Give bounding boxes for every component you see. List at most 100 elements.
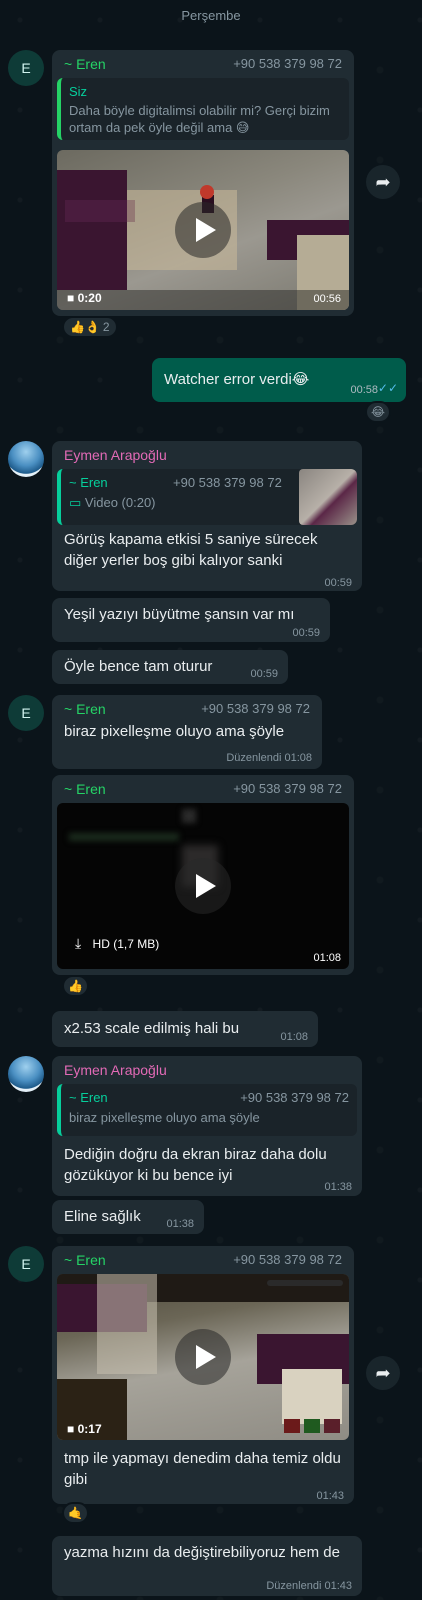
play-icon	[195, 218, 216, 242]
reaction-emojis: 👍👌	[70, 320, 100, 334]
message-time: 01:38	[166, 1218, 194, 1230]
message-time: 00:59	[250, 668, 278, 680]
message-text: yazma hızını da değiştirebiliyoruz hem d…	[64, 1544, 340, 1561]
message-text: Yeşil yazıyı büyütme şansın var mı	[64, 606, 295, 623]
message-bubble[interactable]: x2.53 scale edilmiş hali bu 01:08	[52, 1011, 318, 1047]
video-length-text: 0:20	[77, 291, 102, 305]
quote-type: Video (0:20)	[84, 495, 156, 510]
camera-icon: ■	[67, 1422, 75, 1436]
day-separator: Perşembe	[181, 8, 241, 23]
message-text: x2.53 scale edilmiş hali bu	[64, 1020, 240, 1037]
video-length: ■ 0:17	[67, 1422, 102, 1436]
reactions-pill[interactable]: 🤙	[62, 1502, 89, 1524]
avatar[interactable]: E	[8, 1246, 44, 1282]
chat-background: Perşembe E ~ Eren +90 538 379 98 72 Siz …	[0, 0, 422, 1600]
forward-icon[interactable]: ➦	[366, 1356, 400, 1390]
message-time: 00:59	[324, 577, 352, 589]
reaction-count: 2	[102, 320, 110, 334]
quote-text: Daha böyle digitalimsi olabilir mi? Gerç…	[69, 103, 330, 135]
message-time: 01:38	[324, 1181, 352, 1193]
message-time: 01:43	[316, 1490, 344, 1502]
sender-name[interactable]: ~ Eren	[64, 781, 106, 797]
message-text: Watcher error verdi😂	[164, 371, 310, 388]
message-bubble[interactable]: Eline sağlık 01:38	[52, 1200, 204, 1234]
edited-label: Düzenlendi	[226, 752, 282, 764]
avatar[interactable]	[8, 441, 44, 477]
message-time: 00:58	[350, 384, 378, 396]
sender-phone: +90 538 379 98 72	[201, 701, 310, 716]
camera-icon: ■	[67, 291, 75, 305]
video-thumbnail[interactable]: ■ 0:20 00:56	[57, 150, 349, 310]
message-bubble[interactable]: yazma hızını da değiştirebiliyoruz hem d…	[52, 1536, 362, 1596]
reactions-pill[interactable]: 👍	[62, 975, 89, 997]
video-icon: ▭	[69, 495, 82, 510]
avatar[interactable]: E	[8, 695, 44, 731]
sender-name[interactable]: Eymen Arapoğlu	[64, 1062, 167, 1078]
edited-label: Düzenlendi	[266, 1580, 322, 1592]
sender-phone: +90 538 379 98 72	[233, 781, 342, 796]
download-label: HD (1,7 MB)	[92, 937, 160, 951]
play-button[interactable]	[175, 858, 231, 914]
video-thumbnail[interactable]: ■ 0:17	[57, 1274, 349, 1440]
play-icon	[195, 1345, 216, 1369]
quoted-message[interactable]: ~ Eren +90 538 379 98 72 ▭ Video (0:20)	[57, 469, 357, 525]
message-bubble[interactable]: ~ Eren +90 538 379 98 72 ⤓ HD (1,7 MB) 0…	[52, 775, 354, 975]
message-bubble[interactable]: Eymen Arapoğlu ~ Eren +90 538 379 98 72 …	[52, 1056, 362, 1196]
message-time: 00:59	[292, 627, 320, 639]
quote-phone: +90 538 379 98 72	[240, 1090, 349, 1105]
blurred-text	[69, 833, 179, 841]
download-button[interactable]: ⤓ HD (1,7 MB)	[75, 935, 159, 952]
forward-icon[interactable]: ➦	[366, 165, 400, 199]
read-receipt-icon: ✓✓	[377, 381, 398, 395]
reactions-pill[interactable]: 👍👌 2	[62, 316, 118, 338]
quote-author: Siz	[69, 84, 88, 99]
message-bubble[interactable]: ~ Eren +90 538 379 98 72 ■ 0:17 tmp ile …	[52, 1246, 354, 1504]
quote-thumbnail	[299, 469, 357, 525]
message-text: Görüş kapama etkisi 5 saniye sürecek diğ…	[64, 531, 318, 569]
avatar-letter: E	[21, 1256, 31, 1272]
blurred-shape	[182, 809, 196, 823]
download-icon: ⤓	[75, 935, 82, 951]
reaction-emoji: 👍	[68, 979, 83, 993]
avatar[interactable]	[8, 1056, 44, 1092]
video-thumbnail[interactable]: ⤓ HD (1,7 MB) 01:08	[57, 803, 349, 969]
avatar-letter: E	[21, 705, 31, 721]
reaction-emoji: 😂	[371, 405, 386, 419]
quoted-message[interactable]: ~ Eren +90 538 379 98 72 biraz pixelleşm…	[57, 1084, 357, 1136]
sender-phone: +90 538 379 98 72	[233, 56, 342, 71]
message-time: 01:08	[284, 752, 312, 764]
message-text: Eline sağlık	[64, 1208, 141, 1225]
message-text: biraz pixelleşme oluyo ama şöyle	[64, 723, 285, 740]
reactions-pill[interactable]: 😂	[365, 401, 392, 423]
sender-name[interactable]: ~ Eren	[64, 56, 106, 72]
reaction-emoji: 🤙	[68, 1506, 83, 1520]
message-bubble[interactable]: Watcher error verdi😂 00:58 ✓✓	[152, 358, 406, 402]
play-button[interactable]	[175, 1329, 231, 1385]
sender-phone: +90 538 379 98 72	[233, 1252, 342, 1267]
play-button[interactable]	[175, 202, 231, 258]
message-bubble[interactable]: Öyle bence tam oturur 00:59	[52, 650, 288, 684]
message-bubble[interactable]: ~ Eren +90 538 379 98 72 biraz pixelleşm…	[52, 695, 322, 769]
message-time: 01:08	[280, 1031, 308, 1043]
message-time: 01:08	[313, 952, 341, 964]
message-text: tmp ile yapmayı denedim daha temiz oldu …	[64, 1450, 341, 1488]
message-bubble[interactable]: Yeşil yazıyı büyütme şansın var mı 00:59	[52, 598, 330, 642]
sender-name[interactable]: Eymen Arapoğlu	[64, 447, 167, 463]
play-icon	[195, 874, 216, 898]
avatar-letter: E	[21, 60, 31, 76]
message-time: 01:43	[324, 1580, 352, 1592]
sender-name[interactable]: ~ Eren	[64, 701, 106, 717]
quoted-message[interactable]: Siz Daha böyle digitalimsi olabilir mi? …	[57, 78, 349, 140]
sender-name[interactable]: ~ Eren	[64, 1252, 106, 1268]
video-length: ■ 0:20	[67, 291, 102, 305]
video-length-text: 0:17	[77, 1422, 102, 1436]
message-meta: Düzenlendi 01:08	[226, 752, 312, 764]
quote-phone: +90 538 379 98 72	[173, 475, 282, 490]
message-time: 00:56	[313, 293, 341, 305]
avatar[interactable]: E	[8, 50, 44, 86]
quote-text: biraz pixelleşme oluyo ama şöyle	[69, 1110, 260, 1125]
message-bubble[interactable]: ~ Eren +90 538 379 98 72 Siz Daha böyle …	[52, 50, 354, 316]
message-text: Dediğin doğru da ekran biraz daha dolu g…	[64, 1146, 327, 1184]
message-text: Öyle bence tam oturur	[64, 658, 213, 675]
message-bubble[interactable]: Eymen Arapoğlu ~ Eren +90 538 379 98 72 …	[52, 441, 362, 591]
